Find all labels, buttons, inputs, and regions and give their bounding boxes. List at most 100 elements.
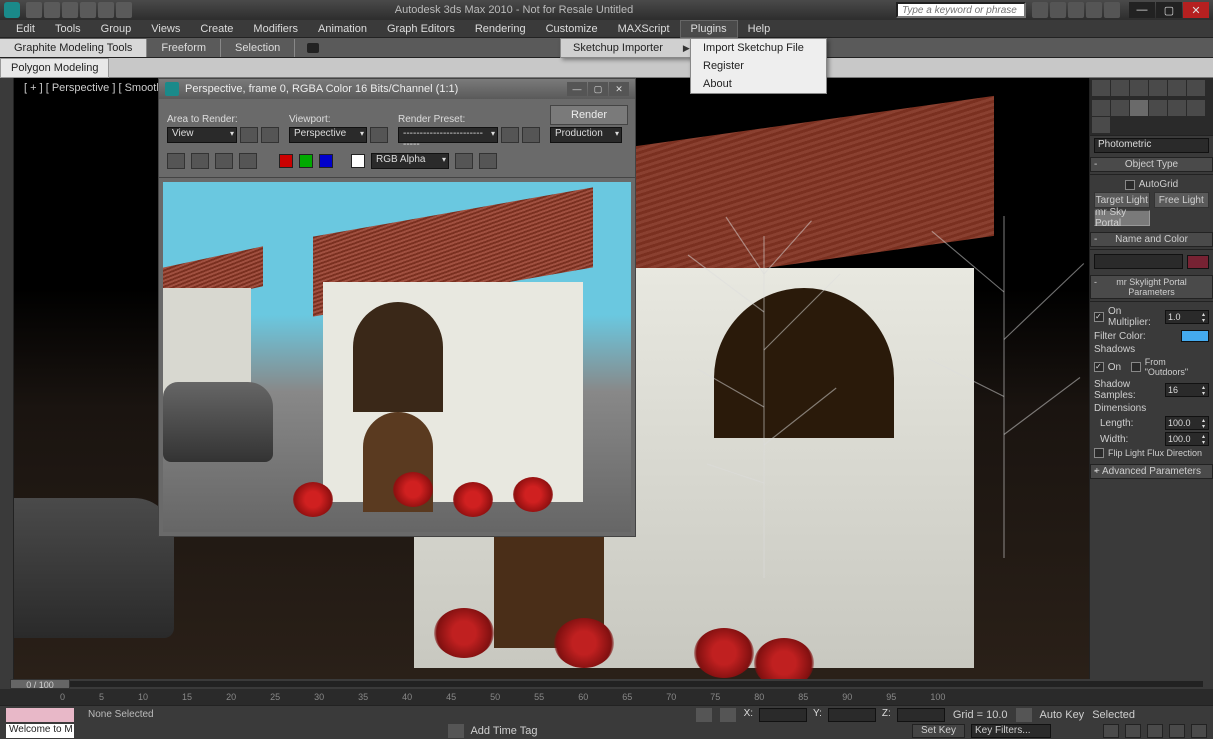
maximize-button[interactable]: ▢ xyxy=(1156,2,1182,18)
sub-cameras-icon[interactable] xyxy=(1149,100,1167,116)
area-edit-icon[interactable] xyxy=(240,127,258,143)
length-spinner[interactable]: 100.0 xyxy=(1165,416,1209,430)
infocenter-search[interactable] xyxy=(896,2,1026,18)
viewport-lock-icon[interactable] xyxy=(370,127,388,143)
render-max-button[interactable]: ▢ xyxy=(588,82,608,96)
key-filter-select[interactable]: Selected xyxy=(1092,709,1135,721)
multiplier-spinner[interactable]: 1.0 xyxy=(1165,310,1209,324)
minimize-button[interactable]: — xyxy=(1129,2,1155,18)
toggle-a-icon[interactable] xyxy=(455,153,473,169)
render-min-button[interactable]: — xyxy=(567,82,587,96)
category-select[interactable]: Photometric xyxy=(1094,138,1209,153)
save-image-icon[interactable] xyxy=(167,153,185,169)
time-config-icon[interactable] xyxy=(1103,724,1119,738)
area-render-select[interactable]: View xyxy=(167,127,237,143)
timeline-ruler[interactable]: 0510152025303540455055606570758085909510… xyxy=(0,689,1213,705)
submenu-about[interactable]: About xyxy=(691,75,826,93)
submenu-import[interactable]: Import Sketchup File xyxy=(691,39,826,57)
width-spinner[interactable]: 100.0 xyxy=(1165,432,1209,446)
preset-select[interactable]: ----------------------------- xyxy=(398,127,498,143)
render-titlebar[interactable]: Perspective, frame 0, RGBA Color 16 Bits… xyxy=(159,79,635,99)
shadow-samples-spinner[interactable]: 16 xyxy=(1165,383,1209,397)
alpha-channel-swatch[interactable] xyxy=(351,154,365,168)
menu-create[interactable]: Create xyxy=(190,21,243,37)
tab-hierarchy-icon[interactable] xyxy=(1130,80,1148,96)
tab-modify-icon[interactable] xyxy=(1111,80,1129,96)
menu-rendering[interactable]: Rendering xyxy=(465,21,536,37)
menu-animation[interactable]: Animation xyxy=(308,21,377,37)
menu-maxscript[interactable]: MAXScript xyxy=(608,21,680,37)
qat-save-icon[interactable] xyxy=(62,2,78,18)
sub-shapes-icon[interactable] xyxy=(1111,100,1129,116)
menu-customize[interactable]: Customize xyxy=(536,21,608,37)
ribbon-tab-freeform[interactable]: Freeform xyxy=(147,39,221,57)
tab-motion-icon[interactable] xyxy=(1149,80,1167,96)
qat-undo-icon[interactable] xyxy=(80,2,96,18)
mr-sky-portal-button[interactable]: mr Sky Portal xyxy=(1094,210,1150,226)
time-slider-knob[interactable]: 0 / 100 xyxy=(10,679,70,689)
toggle-b-icon[interactable] xyxy=(479,153,497,169)
copy-image-icon[interactable] xyxy=(191,153,209,169)
from-outdoors-checkbox[interactable] xyxy=(1131,362,1141,372)
nav-fov-icon[interactable] xyxy=(1147,724,1163,738)
render-close-button[interactable]: ✕ xyxy=(609,82,629,96)
menu-tools[interactable]: Tools xyxy=(45,21,91,37)
tab-display-icon[interactable] xyxy=(1168,80,1186,96)
flip-flux-checkbox[interactable] xyxy=(1094,448,1104,458)
y-coord-input[interactable] xyxy=(828,708,876,722)
on-multiplier-checkbox[interactable] xyxy=(1094,312,1104,322)
free-light-button[interactable]: Free Light xyxy=(1154,192,1210,208)
search-go-icon[interactable] xyxy=(1032,2,1048,18)
menu-help[interactable]: Help xyxy=(738,21,781,37)
help-icon[interactable] xyxy=(1104,2,1120,18)
viewport-perspective[interactable]: [ + ] [ Perspective ] [ Smooth + Highlig… xyxy=(14,78,1089,679)
nav-zoom2-icon[interactable] xyxy=(1125,724,1141,738)
menu-views[interactable]: Views xyxy=(141,21,190,37)
sub-spacewarps-icon[interactable] xyxy=(1187,100,1205,116)
advanced-params-rollout[interactable]: +Advanced Parameters xyxy=(1090,464,1213,479)
clone-image-icon[interactable] xyxy=(215,153,233,169)
name-color-rollout[interactable]: Name and Color xyxy=(1090,232,1213,247)
menu-plugins[interactable]: Plugins xyxy=(680,20,738,38)
close-button[interactable]: ✕ xyxy=(1183,2,1209,18)
green-channel-swatch[interactable] xyxy=(299,154,313,168)
panel-polygon-modeling[interactable]: Polygon Modeling xyxy=(0,58,109,78)
nav-walk-icon[interactable] xyxy=(1191,724,1207,738)
time-slider[interactable]: 0 / 100 xyxy=(0,679,1213,689)
object-type-rollout[interactable]: Object Type xyxy=(1090,157,1213,172)
time-tag-icon[interactable] xyxy=(448,724,464,738)
ribbon-tab-selection[interactable]: Selection xyxy=(221,39,295,57)
preset-setup-icon[interactable] xyxy=(501,127,519,143)
z-coord-input[interactable] xyxy=(897,708,945,722)
communication-icon[interactable] xyxy=(1068,2,1084,18)
add-time-tag[interactable]: Add Time Tag xyxy=(470,725,537,737)
transform-type-icon[interactable] xyxy=(720,708,736,722)
app-logo-icon[interactable] xyxy=(4,2,20,18)
qat-redo-icon[interactable] xyxy=(98,2,114,18)
object-color-swatch[interactable] xyxy=(1187,255,1209,269)
key-filters-button[interactable]: Key Filters... xyxy=(971,724,1051,738)
set-key-button[interactable]: Set Key xyxy=(912,724,965,738)
menu-group[interactable]: Group xyxy=(91,21,142,37)
tab-create-icon[interactable] xyxy=(1092,80,1110,96)
subscription-icon[interactable] xyxy=(1050,2,1066,18)
autogrid-checkbox[interactable] xyxy=(1125,180,1135,190)
qat-new-icon[interactable] xyxy=(26,2,42,18)
menu-edit[interactable]: Edit xyxy=(6,21,45,37)
sub-systems-icon[interactable] xyxy=(1092,117,1110,133)
ribbon-minimize-icon[interactable] xyxy=(307,43,319,53)
production-select[interactable]: Production xyxy=(550,127,622,143)
sub-helpers-icon[interactable] xyxy=(1168,100,1186,116)
sub-geometry-icon[interactable] xyxy=(1092,100,1110,116)
lock-selection-icon[interactable] xyxy=(696,708,712,722)
area-auto-icon[interactable] xyxy=(261,127,279,143)
clear-icon[interactable] xyxy=(239,153,257,169)
sub-lights-icon[interactable] xyxy=(1130,100,1148,116)
qat-link-icon[interactable] xyxy=(116,2,132,18)
ribbon-tab-graphite[interactable]: Graphite Modeling Tools xyxy=(0,39,147,57)
x-coord-input[interactable] xyxy=(759,708,807,722)
channel-select[interactable]: RGB Alpha xyxy=(371,153,449,169)
object-name-input[interactable] xyxy=(1094,254,1183,269)
key-mode-icon[interactable] xyxy=(1016,708,1032,722)
skylight-params-rollout[interactable]: mr Skylight Portal Parameters xyxy=(1090,275,1213,299)
